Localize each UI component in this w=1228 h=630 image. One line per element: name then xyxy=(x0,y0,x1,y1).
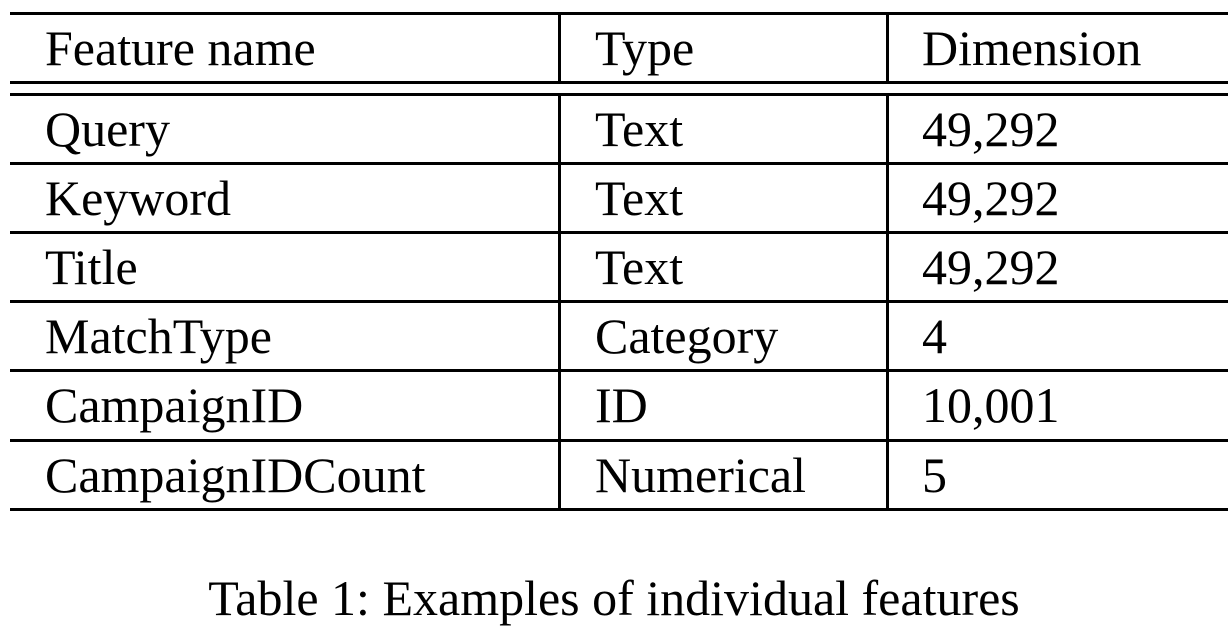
header-dimension: Dimension xyxy=(922,20,1142,76)
cell-feature-name: Query xyxy=(45,101,170,157)
cell-dimension: 4 xyxy=(922,308,947,364)
cell-type: Text xyxy=(595,101,684,157)
table-caption: Table 1: Examples of individual features xyxy=(208,570,1020,626)
cell-type: Category xyxy=(595,308,779,364)
column-divider xyxy=(558,94,561,510)
cell-type: Text xyxy=(595,239,684,295)
cell-dimension: 5 xyxy=(922,447,947,503)
column-divider xyxy=(558,12,561,83)
cell-feature-name: CampaignID xyxy=(45,377,304,433)
column-divider xyxy=(886,94,889,510)
cell-feature-name: Title xyxy=(45,239,138,295)
cell-type: Numerical xyxy=(595,447,807,503)
header-type: Type xyxy=(595,20,695,76)
cell-feature-name: CampaignIDCount xyxy=(45,447,426,503)
cell-feature-name: Keyword xyxy=(45,170,232,226)
cell-dimension: 49,292 xyxy=(922,101,1060,157)
cell-dimension: 49,292 xyxy=(922,170,1060,226)
column-divider xyxy=(886,12,889,83)
cell-dimension: 49,292 xyxy=(922,239,1060,295)
cell-type: ID xyxy=(595,377,648,433)
header-feature-name: Feature name xyxy=(45,20,316,76)
cell-dimension: 10,001 xyxy=(922,377,1060,433)
cell-type: Text xyxy=(595,170,684,226)
cell-feature-name: MatchType xyxy=(45,308,272,364)
